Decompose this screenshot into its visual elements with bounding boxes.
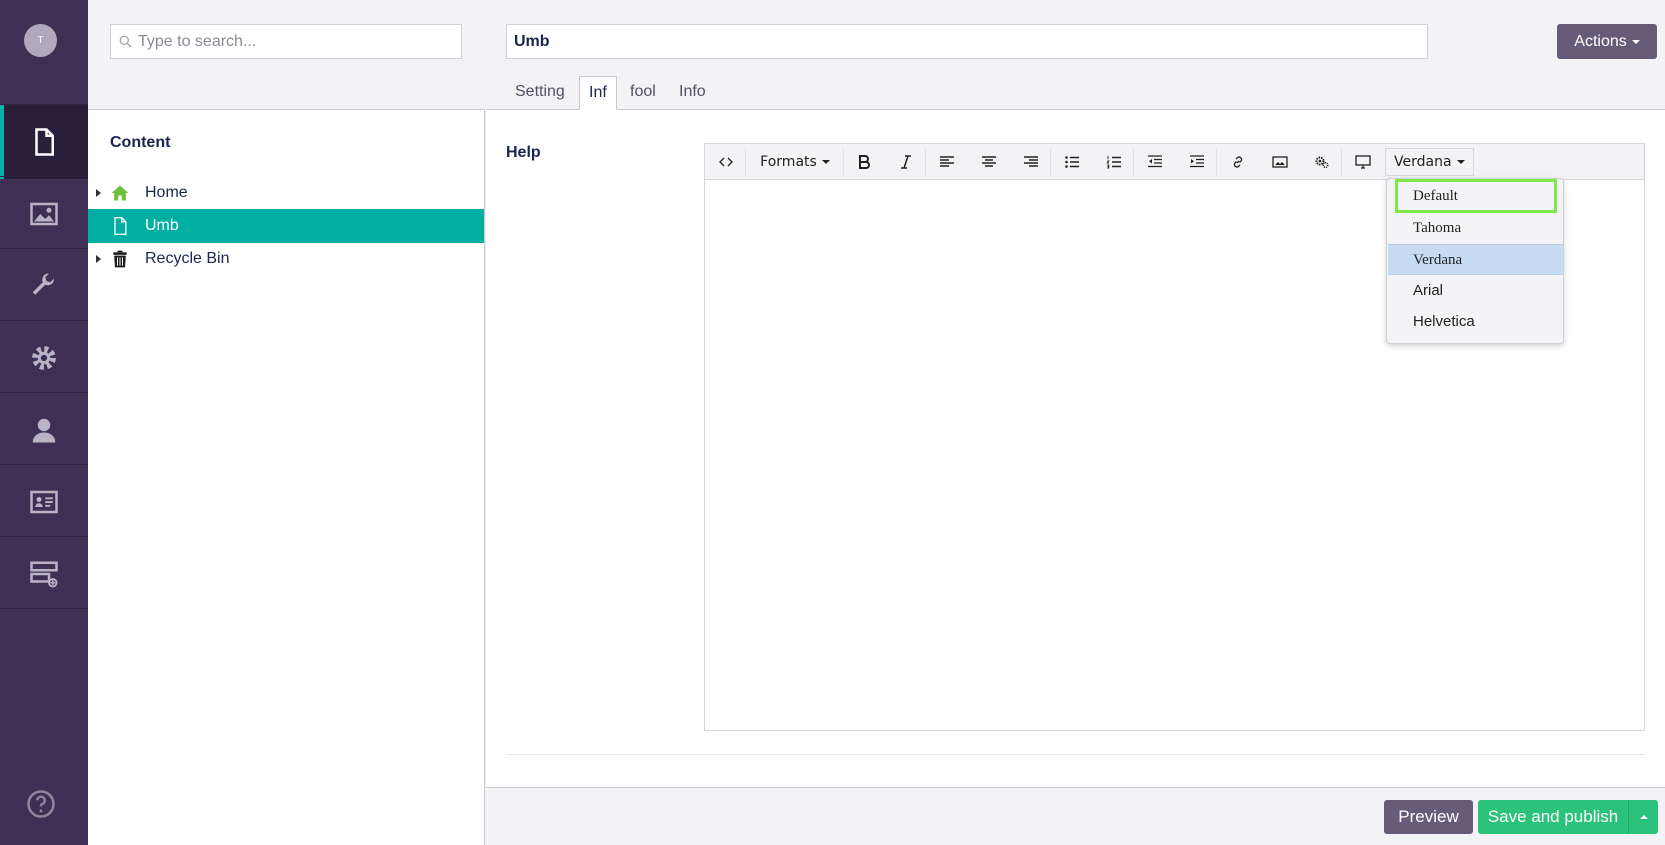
nav-divider: [0, 608, 88, 609]
question-circle-icon[interactable]: [26, 789, 56, 819]
source-code-button[interactable]: [713, 148, 739, 176]
expand-caret-icon[interactable]: [96, 255, 101, 263]
nav-section-users[interactable]: [0, 392, 88, 467]
content-tree: Content Home Umb Recycle Bin: [88, 110, 485, 845]
image-icon: [30, 202, 58, 226]
bold-icon: [859, 155, 870, 169]
font-family-dropdown[interactable]: Verdana: [1385, 148, 1474, 176]
gear-icon: [32, 346, 56, 370]
bullet-list-button[interactable]: [1059, 148, 1085, 176]
embed-icon: [1355, 155, 1371, 169]
preview-button[interactable]: Preview: [1384, 800, 1473, 834]
section-nav: T: [0, 0, 88, 845]
font-option-verdana[interactable]: Verdana: [1388, 244, 1563, 275]
tree-node-label: Home: [145, 184, 188, 201]
tree-node-label: Recycle Bin: [145, 250, 230, 267]
link-button[interactable]: [1225, 148, 1251, 176]
id-card-icon: [30, 490, 58, 514]
nav-section-members[interactable]: [0, 464, 88, 539]
indent-button[interactable]: [1184, 148, 1210, 176]
font-option-helvetica[interactable]: Helvetica: [1388, 306, 1563, 337]
save-and-publish-button[interactable]: Save and publish: [1478, 800, 1658, 834]
align-right-button[interactable]: [1018, 148, 1044, 176]
outdent-icon: [1148, 155, 1162, 168]
tree-section-title: Content: [110, 134, 171, 151]
actions-button[interactable]: Actions: [1557, 24, 1657, 59]
toolbar-separator: [1050, 148, 1051, 176]
formats-label: Formats: [760, 154, 817, 170]
italic-icon: [901, 155, 911, 169]
property-divider: [506, 754, 1645, 755]
save-options-toggle[interactable]: [1628, 800, 1658, 834]
tree-node-home[interactable]: Home: [88, 176, 484, 210]
italic-button[interactable]: [893, 148, 919, 176]
trash-icon: [113, 250, 127, 268]
source-code-icon: [719, 157, 733, 167]
search-input[interactable]: [138, 32, 448, 51]
align-left-icon: [940, 156, 954, 167]
macro-icon: [1315, 156, 1329, 168]
tree-node-umb[interactable]: Umb: [88, 209, 484, 243]
align-center-icon: [982, 156, 996, 167]
macro-button[interactable]: [1309, 148, 1335, 176]
nav-section-packages[interactable]: [0, 320, 88, 395]
align-right-icon: [1024, 156, 1038, 167]
search-icon: [119, 35, 132, 48]
search-box[interactable]: [110, 24, 462, 59]
document-icon: [35, 128, 54, 156]
toolbar-separator: [843, 148, 844, 176]
embed-button[interactable]: [1350, 148, 1376, 176]
align-center-button[interactable]: [976, 148, 1002, 176]
numbered-list-button[interactable]: [1101, 148, 1127, 176]
font-option-arial[interactable]: Arial: [1388, 275, 1563, 306]
image-icon: [1272, 156, 1288, 168]
actions-label: Actions: [1574, 32, 1627, 50]
nav-section-content[interactable]: [0, 104, 88, 179]
property-label: Help: [506, 144, 541, 161]
chevron-down-icon: [1631, 39, 1640, 44]
image-button[interactable]: [1267, 148, 1293, 176]
wrench-icon: [32, 273, 55, 295]
chevron-down-icon: [1456, 160, 1465, 164]
user-icon: [32, 418, 56, 443]
font-family-label: Verdana: [1394, 154, 1452, 170]
toolbar-separator: [1341, 148, 1342, 176]
home-icon: [111, 185, 129, 201]
avatar[interactable]: T: [24, 24, 57, 57]
tab-fool[interactable]: fool: [621, 76, 665, 110]
form-icon: [30, 561, 58, 588]
toolbar-separator: [745, 148, 746, 176]
toolbar-separator: [1133, 148, 1134, 176]
tab-inf[interactable]: Inf: [579, 76, 617, 110]
node-name-input[interactable]: [506, 24, 1428, 59]
nav-section-forms[interactable]: [0, 536, 88, 611]
toolbar-separator: [1216, 148, 1217, 176]
tree-node-recycle-bin[interactable]: Recycle Bin: [88, 242, 484, 276]
document-icon: [114, 217, 127, 235]
bold-button[interactable]: [851, 148, 877, 176]
align-left-button[interactable]: [934, 148, 960, 176]
font-option-default[interactable]: Default: [1395, 179, 1557, 213]
nav-section-media[interactable]: [0, 176, 88, 251]
font-family-menu: Default Tahoma Verdana Arial Helvetica: [1386, 178, 1564, 344]
outdent-button[interactable]: [1142, 148, 1168, 176]
bullet-list-icon: [1065, 156, 1079, 168]
numbered-list-icon: [1106, 156, 1121, 169]
save-and-publish-label: Save and publish: [1487, 807, 1619, 826]
indent-icon: [1190, 155, 1204, 168]
chevron-up-icon: [1639, 815, 1648, 819]
nav-section-settings[interactable]: [0, 248, 88, 323]
tab-info[interactable]: Info: [670, 76, 715, 110]
rte-toolbar: Formats Verdana: [705, 144, 1644, 180]
formats-dropdown[interactable]: Formats: [753, 148, 837, 176]
link-icon: [1233, 156, 1243, 168]
tree-node-label: Umb: [145, 217, 179, 234]
tab-setting[interactable]: Setting: [506, 76, 574, 110]
toolbar-separator: [925, 148, 926, 176]
expand-caret-icon[interactable]: [96, 189, 101, 197]
chevron-down-icon: [821, 160, 830, 164]
font-option-tahoma[interactable]: Tahoma: [1388, 213, 1563, 244]
